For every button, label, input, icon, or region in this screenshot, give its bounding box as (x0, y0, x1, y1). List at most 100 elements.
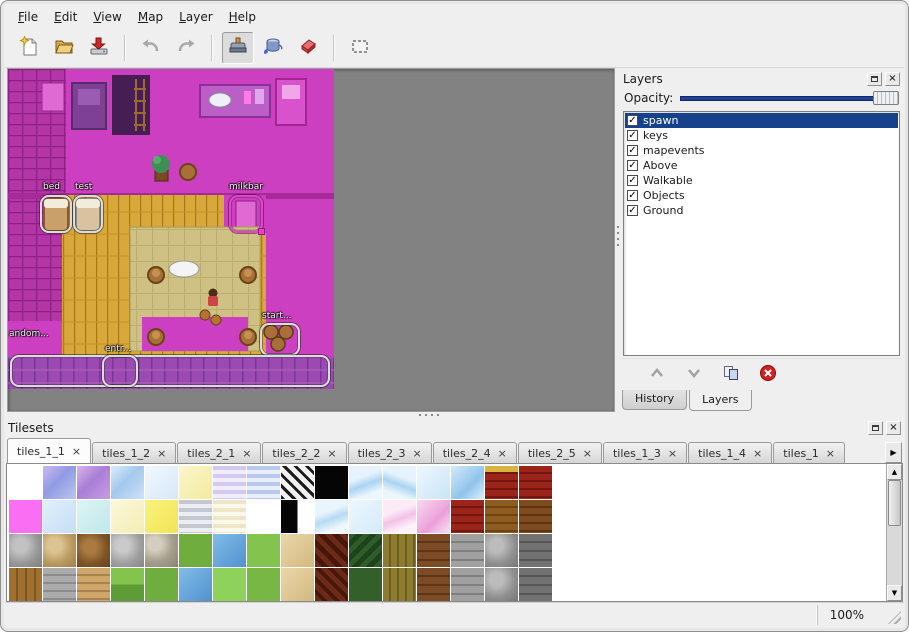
scroll-tabs-right-button[interactable]: ▶ (885, 442, 902, 463)
tileset-tile[interactable] (77, 500, 110, 533)
tileset-tile[interactable] (383, 568, 416, 601)
menu-edit[interactable]: Edit (47, 7, 84, 27)
tileset-tile[interactable] (247, 568, 280, 601)
map-object-bed[interactable] (40, 195, 72, 233)
tileset-tile[interactable] (247, 500, 280, 533)
tileset-tile[interactable] (485, 534, 518, 567)
tileset-tile[interactable] (213, 466, 246, 499)
tileset-tile[interactable] (519, 534, 552, 567)
layer-row[interactable]: ✓Walkable (625, 173, 898, 188)
tileset-tile[interactable] (111, 568, 144, 601)
tileset-tile[interactable] (383, 466, 416, 499)
close-tab-icon[interactable]: × (668, 448, 677, 459)
menu-layer[interactable]: Layer (172, 7, 219, 27)
layer-visibility-checkbox[interactable]: ✓ (627, 205, 638, 216)
tileset-tile[interactable] (519, 500, 552, 533)
tileset-tile[interactable] (247, 534, 280, 567)
tileset-tab-tiles_1[interactable]: tiles_1× (773, 442, 845, 463)
tileset-tile[interactable] (145, 568, 178, 601)
tileset-tile[interactable] (417, 568, 450, 601)
selection-handle[interactable] (258, 228, 265, 235)
dock-tab-history[interactable]: History (622, 390, 687, 410)
eraser-button[interactable] (292, 32, 324, 64)
tileset-tile[interactable] (281, 568, 314, 601)
tileset-tile[interactable] (179, 568, 212, 601)
rectangular-select-button[interactable] (344, 32, 376, 64)
tileset-tab-tiles_1_2[interactable]: tiles_1_2× (92, 442, 176, 463)
close-tab-icon[interactable]: × (583, 448, 592, 459)
close-tab-icon[interactable]: × (826, 448, 835, 459)
tileset-tile[interactable] (213, 568, 246, 601)
tileset-tile[interactable] (383, 500, 416, 533)
tileset-tile[interactable] (179, 500, 212, 533)
tileset-tile[interactable] (145, 534, 178, 567)
map-object-test[interactable] (73, 195, 103, 233)
layer-row[interactable]: ✓Objects (625, 188, 898, 203)
scrollbar-track[interactable] (887, 480, 902, 585)
tileset-tile[interactable] (281, 534, 314, 567)
map-canvas[interactable]: bedtestmilkbarstart...andom...entr... (8, 69, 334, 389)
opacity-slider[interactable] (680, 90, 899, 106)
tileset-tile[interactable] (519, 466, 552, 499)
tileset-tile[interactable] (383, 534, 416, 567)
tileset-tab-tiles_2_1[interactable]: tiles_2_1× (177, 442, 261, 463)
tileset-tile[interactable] (349, 500, 382, 533)
tileset-tile[interactable] (451, 500, 484, 533)
map-object-milkbar[interactable] (229, 195, 263, 233)
menu-file[interactable]: File (11, 7, 45, 27)
close-tab-icon[interactable]: × (72, 446, 81, 457)
raise-layer-button[interactable] (645, 363, 669, 387)
tileset-tile[interactable] (145, 466, 178, 499)
tileset-tile[interactable] (9, 466, 42, 499)
tileset-tile[interactable] (315, 466, 348, 499)
tileset-tile[interactable] (417, 534, 450, 567)
layer-visibility-checkbox[interactable]: ✓ (627, 130, 638, 141)
layer-visibility-checkbox[interactable]: ✓ (627, 190, 638, 201)
close-tab-icon[interactable]: × (753, 448, 762, 459)
tileset-tab-tiles_1_3[interactable]: tiles_1_3× (603, 442, 687, 463)
layer-visibility-checkbox[interactable]: ✓ (627, 115, 638, 126)
tileset-tile[interactable] (315, 568, 348, 601)
tileset-tile[interactable] (43, 534, 76, 567)
tileset-tile[interactable] (349, 534, 382, 567)
tileset-tile[interactable] (111, 534, 144, 567)
close-tab-icon[interactable]: × (157, 448, 166, 459)
menu-help[interactable]: Help (222, 7, 263, 27)
save-map-button[interactable] (83, 32, 115, 64)
close-panel-button[interactable]: × (885, 72, 900, 86)
layer-row[interactable]: ✓keys (625, 128, 898, 143)
tileset-tile[interactable] (77, 568, 110, 601)
vertical-splitter[interactable] (615, 68, 621, 412)
horizontal-splitter[interactable] (5, 412, 904, 419)
tileset-tab-tiles_1_4[interactable]: tiles_1_4× (688, 442, 772, 463)
tileset-tile[interactable] (145, 500, 178, 533)
map-object-entr[interactable] (102, 355, 138, 387)
tileset-tile[interactable] (213, 500, 246, 533)
tileset-tile[interactable] (281, 466, 314, 499)
tileset-tile[interactable] (111, 466, 144, 499)
layer-visibility-checkbox[interactable]: ✓ (627, 145, 638, 156)
tileset-tile[interactable] (43, 500, 76, 533)
tileset-tile[interactable] (485, 466, 518, 499)
close-tab-icon[interactable]: × (327, 448, 336, 459)
close-tab-icon[interactable]: × (412, 448, 421, 459)
tileset-tile[interactable] (43, 568, 76, 601)
float-panel-button[interactable] (867, 72, 882, 86)
lower-layer-button[interactable] (682, 363, 706, 387)
tileset-tile[interactable] (111, 500, 144, 533)
dock-tab-layers[interactable]: Layers (689, 390, 751, 411)
tileset-tile[interactable] (451, 466, 484, 499)
tileset-tab-tiles_2_2[interactable]: tiles_2_2× (262, 442, 346, 463)
undo-button[interactable] (135, 32, 167, 64)
map-view[interactable]: bedtestmilkbarstart...andom...entr... (7, 68, 615, 412)
tileset-tile[interactable] (213, 534, 246, 567)
scroll-up-button[interactable]: ▲ (887, 464, 902, 480)
tileset-tile[interactable] (247, 466, 280, 499)
tileset-tile[interactable] (9, 500, 42, 533)
map-object-start[interactable] (260, 323, 300, 356)
scroll-down-button[interactable]: ▼ (887, 585, 902, 601)
tileset-tab-tiles_2_5[interactable]: tiles_2_5× (518, 442, 602, 463)
tileset-tile[interactable] (179, 466, 212, 499)
tileset-tab-tiles_2_3[interactable]: tiles_2_3× (348, 442, 432, 463)
open-map-button[interactable] (48, 32, 80, 64)
